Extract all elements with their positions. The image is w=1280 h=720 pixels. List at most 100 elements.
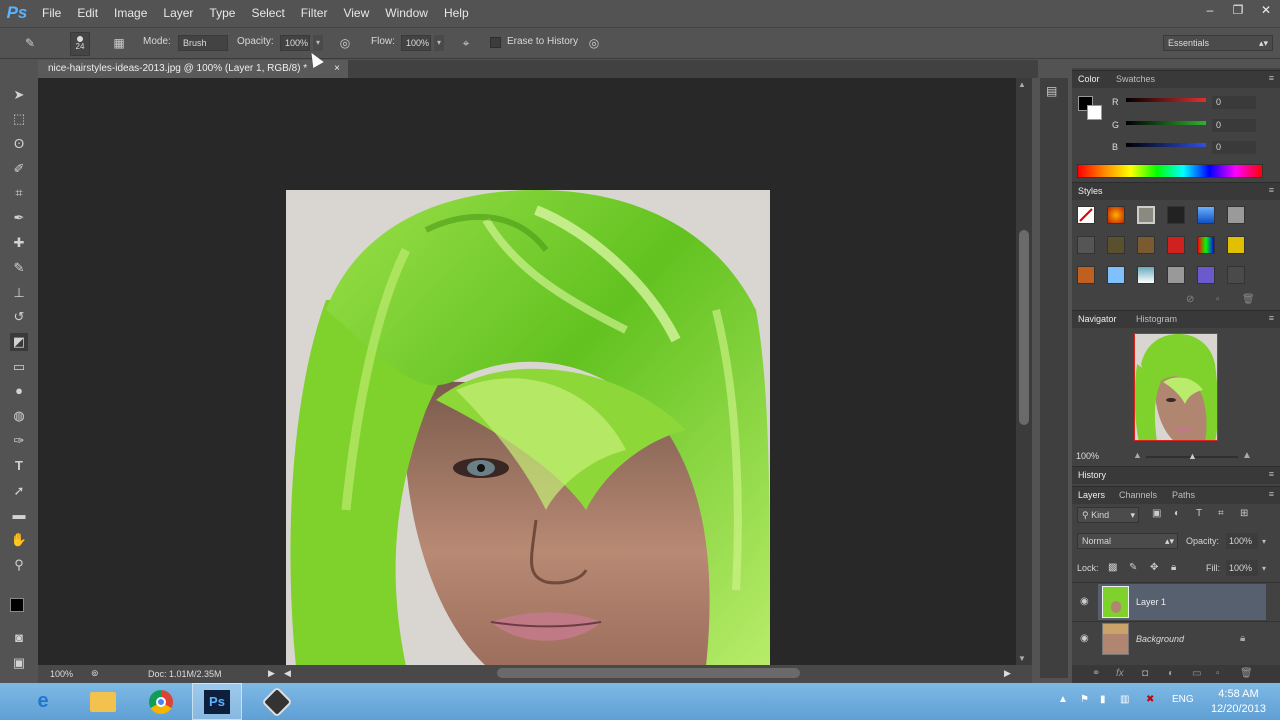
eraser-tool-icon[interactable]: ◩ bbox=[10, 333, 28, 351]
flow-field[interactable]: 100% bbox=[401, 35, 431, 51]
new-layer-icon[interactable]: ▫ bbox=[1216, 668, 1220, 679]
type-tool-icon[interactable]: T bbox=[10, 457, 28, 475]
fx-icon[interactable]: fx bbox=[1116, 668, 1124, 679]
clone-stamp-tool-icon[interactable]: ⊥ bbox=[10, 284, 28, 302]
color-background-swatch[interactable] bbox=[1087, 105, 1102, 120]
green-slider[interactable] bbox=[1126, 121, 1206, 125]
screen-mode-icon[interactable]: ▣ bbox=[10, 654, 28, 672]
zoom-level[interactable]: 100% bbox=[50, 669, 73, 679]
tab-swatches[interactable]: Swatches bbox=[1116, 74, 1155, 84]
style-swatch[interactable] bbox=[1227, 266, 1245, 284]
history-panel-icon[interactable]: ▤ bbox=[1046, 84, 1062, 100]
recorder-icon[interactable] bbox=[252, 683, 302, 720]
workspace-select[interactable]: Essentials ▴▾ bbox=[1163, 35, 1273, 51]
chrome-icon[interactable] bbox=[136, 683, 186, 720]
path-selection-tool-icon[interactable]: ➚ bbox=[10, 482, 28, 500]
style-swatch[interactable] bbox=[1227, 206, 1245, 224]
lock-all-icon[interactable]: 🔒︎ bbox=[1171, 562, 1176, 573]
flag-icon[interactable]: ⚑ bbox=[1080, 694, 1089, 705]
zoom-out-icon[interactable]: ▲ bbox=[1133, 450, 1142, 460]
tab-channels[interactable]: Channels bbox=[1119, 490, 1157, 500]
chevron-down-icon[interactable]: ▾ bbox=[1262, 564, 1266, 573]
navigator-zoom-thumb[interactable]: ▲ bbox=[1188, 451, 1197, 461]
vertical-scroll-thumb[interactable] bbox=[1019, 230, 1029, 425]
delete-style-icon[interactable]: 🗑 bbox=[1242, 294, 1255, 305]
scroll-left-icon[interactable]: ◀ bbox=[284, 668, 291, 679]
panel-menu-icon[interactable]: ≡ bbox=[1269, 313, 1274, 323]
green-value-field[interactable]: 0 bbox=[1212, 119, 1256, 132]
style-swatch[interactable] bbox=[1107, 206, 1125, 224]
move-tool-icon[interactable]: ➤ bbox=[10, 86, 28, 104]
blue-value-field[interactable]: 0 bbox=[1212, 141, 1256, 154]
style-swatch[interactable] bbox=[1197, 236, 1215, 254]
style-swatch[interactable] bbox=[1077, 266, 1095, 284]
panel-menu-icon[interactable]: ≡ bbox=[1269, 469, 1274, 479]
brush-preset-picker[interactable]: 24 bbox=[70, 32, 90, 56]
red-slider[interactable] bbox=[1126, 98, 1206, 102]
blue-slider[interactable] bbox=[1126, 143, 1206, 147]
style-swatch[interactable] bbox=[1167, 206, 1185, 224]
style-swatch[interactable] bbox=[1107, 236, 1125, 254]
healing-brush-tool-icon[interactable]: ✚ bbox=[10, 234, 28, 252]
menu-image[interactable]: Image bbox=[106, 0, 155, 26]
ie-icon[interactable]: e bbox=[18, 683, 68, 720]
zoom-tool-icon[interactable]: ⚲ bbox=[10, 556, 28, 574]
menu-select[interactable]: Select bbox=[243, 0, 292, 26]
document-image[interactable] bbox=[286, 190, 770, 666]
eyedropper-tool-icon[interactable]: ✒ bbox=[10, 209, 28, 227]
horizontal-scroll-thumb[interactable] bbox=[497, 668, 800, 678]
tab-layers[interactable]: Layers bbox=[1078, 490, 1105, 500]
lock-image-icon[interactable]: ✎ bbox=[1129, 562, 1137, 573]
filter-type-icon[interactable]: T bbox=[1196, 508, 1202, 519]
styles-panel-title[interactable]: Styles bbox=[1078, 186, 1103, 196]
style-swatch[interactable] bbox=[1107, 266, 1125, 284]
fill-field[interactable]: 100% bbox=[1226, 560, 1258, 576]
marquee-tool-icon[interactable]: ⬚ bbox=[10, 110, 28, 128]
lock-position-icon[interactable]: ✥ bbox=[1150, 562, 1158, 573]
style-swatch[interactable] bbox=[1197, 206, 1215, 224]
menu-layer[interactable]: Layer bbox=[155, 0, 201, 26]
history-panel-title[interactable]: History bbox=[1078, 470, 1106, 480]
filter-smart-object-icon[interactable]: ⊞ bbox=[1240, 508, 1248, 519]
eye-icon[interactable]: ◉ bbox=[1080, 596, 1089, 607]
quick-mask-icon[interactable]: ◙ bbox=[10, 629, 28, 647]
network-icon[interactable]: ▥ bbox=[1120, 694, 1129, 705]
eye-icon[interactable]: ◉ bbox=[1080, 633, 1089, 644]
panel-menu-icon[interactable]: ≡ bbox=[1269, 73, 1274, 83]
status-menu-arrow-icon[interactable]: ▶ bbox=[268, 668, 275, 679]
style-swatch[interactable] bbox=[1167, 236, 1185, 254]
menu-filter[interactable]: Filter bbox=[293, 0, 336, 26]
style-swatch[interactable] bbox=[1137, 236, 1155, 254]
navigator-thumbnail[interactable] bbox=[1134, 333, 1218, 441]
eraser-tool-icon[interactable]: ✎ bbox=[22, 35, 38, 51]
tab-color[interactable]: Color bbox=[1078, 74, 1100, 84]
photoshop-icon[interactable]: Ps bbox=[192, 683, 242, 720]
menu-file[interactable]: File bbox=[34, 0, 69, 26]
layer-opacity-field[interactable]: 100% bbox=[1226, 533, 1258, 549]
airbrush-icon[interactable]: ⌖ bbox=[458, 35, 474, 51]
adjustment-layer-icon[interactable]: ◐ bbox=[1168, 668, 1174, 679]
opacity-field[interactable]: 100% bbox=[280, 35, 310, 51]
quick-select-tool-icon[interactable]: ✐ bbox=[10, 160, 28, 178]
foreground-color-swatch[interactable] bbox=[10, 598, 24, 612]
opacity-dropdown-icon[interactable]: ▾ bbox=[313, 35, 323, 51]
hand-tool-icon[interactable]: ✋ bbox=[10, 531, 28, 549]
document-tab[interactable]: nice-hairstyles-ideas-2013.jpg @ 100% (L… bbox=[38, 60, 348, 78]
close-button[interactable]: ✕ bbox=[1252, 0, 1280, 20]
scroll-down-icon[interactable]: ▼ bbox=[1018, 654, 1026, 663]
style-swatch[interactable] bbox=[1197, 266, 1215, 284]
show-hidden-icons[interactable]: ▲ bbox=[1058, 694, 1068, 705]
dodge-tool-icon[interactable]: ◍ bbox=[10, 407, 28, 425]
history-brush-tool-icon[interactable]: ↺ bbox=[10, 308, 28, 326]
status-info-icon[interactable]: ⊚ bbox=[91, 668, 99, 679]
style-none-swatch[interactable] bbox=[1077, 206, 1095, 224]
navigator-zoom-value[interactable]: 100% bbox=[1076, 451, 1099, 461]
flow-dropdown-icon[interactable]: ▾ bbox=[434, 35, 444, 51]
layer-name[interactable]: Background bbox=[1136, 634, 1184, 644]
close-tab-icon[interactable]: × bbox=[334, 60, 340, 77]
pressure-opacity-icon[interactable]: ◎ bbox=[337, 35, 353, 51]
filter-shape-icon[interactable]: ⌗ bbox=[1218, 508, 1224, 519]
clear-style-icon[interactable]: ⊘ bbox=[1186, 294, 1194, 305]
filter-adjustment-icon[interactable]: ◐ bbox=[1174, 508, 1180, 519]
new-style-icon[interactable]: ▫ bbox=[1216, 294, 1220, 305]
